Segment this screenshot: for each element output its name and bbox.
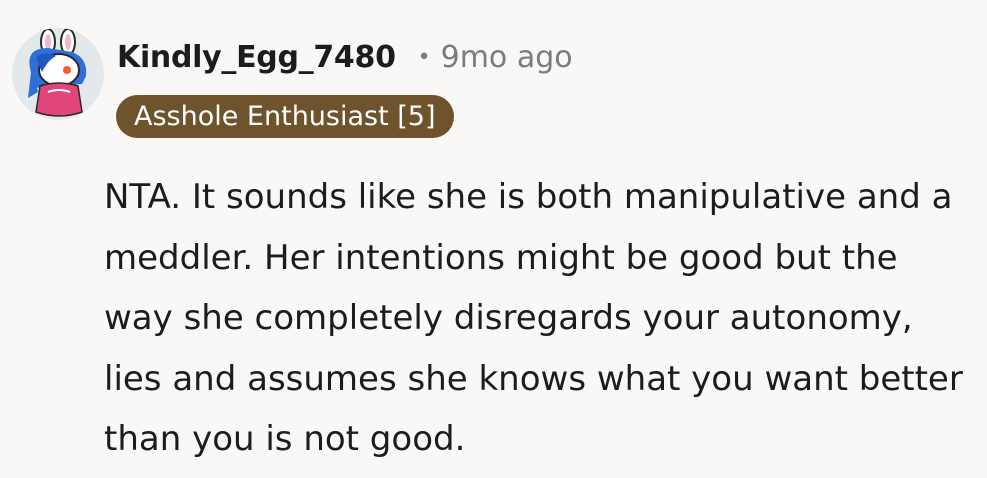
username-link[interactable]: Kindly_Egg_7480 (117, 40, 396, 75)
timestamp[interactable]: 9mo ago (441, 40, 573, 75)
user-flair-badge: Asshole Enthusiast [5] (116, 95, 454, 138)
avatar[interactable] (12, 28, 104, 120)
comment-header: Kindly_Egg_7480 • 9mo ago (117, 40, 573, 75)
meta-separator: • (417, 45, 431, 70)
comment-body: NTA. It sounds like she is both manipula… (104, 177, 963, 459)
comment: Kindly_Egg_7480 • 9mo ago Asshole Enthus… (0, 0, 987, 478)
snoo-avatar-icon (28, 28, 87, 117)
